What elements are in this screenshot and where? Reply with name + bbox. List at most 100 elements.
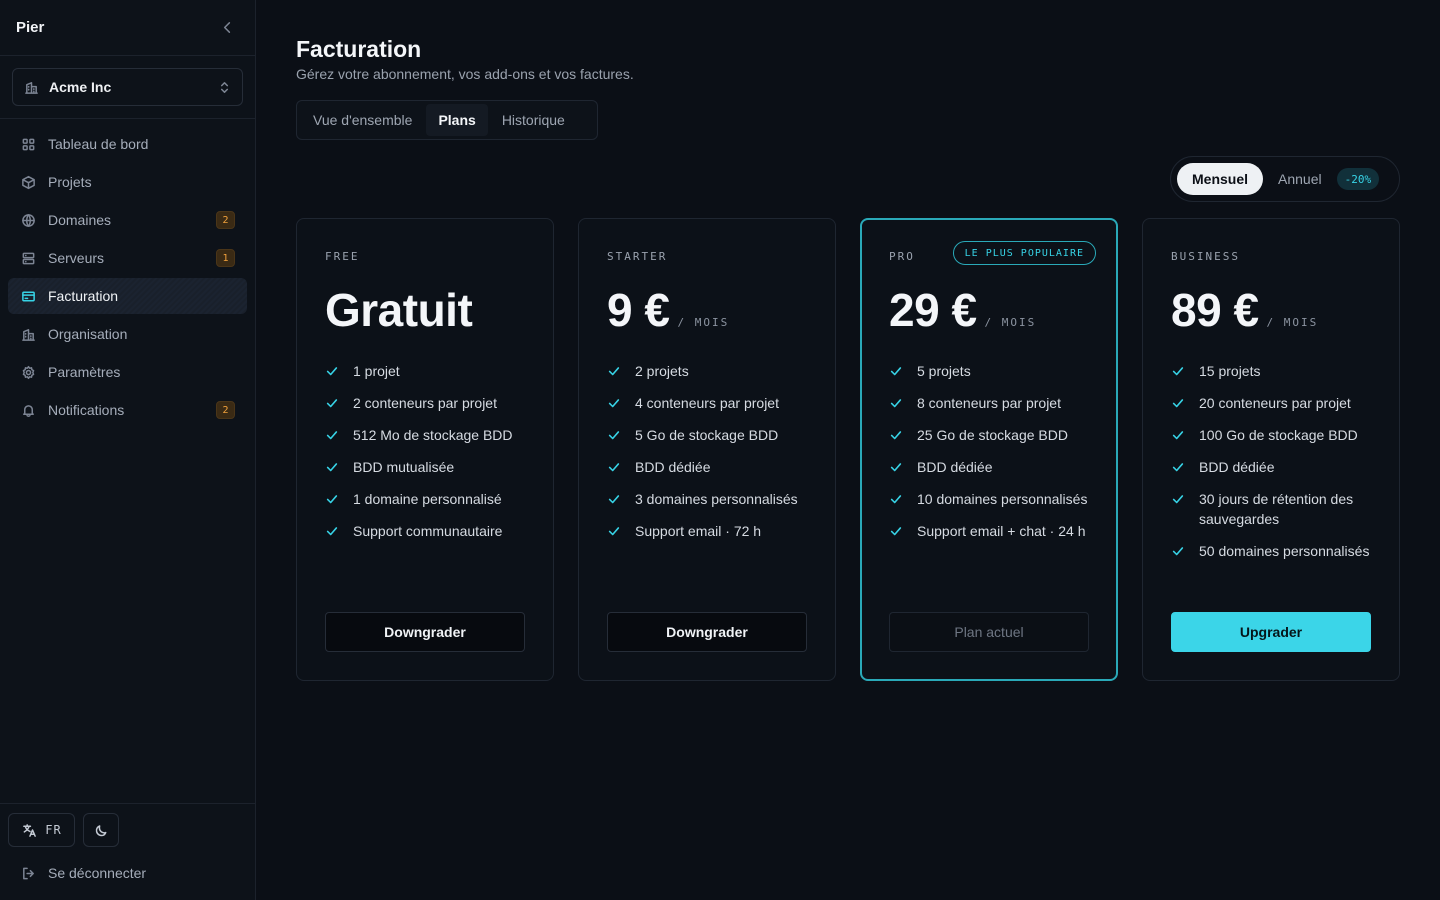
cube-icon — [20, 174, 36, 190]
gear-icon — [20, 364, 36, 380]
downgrade-button[interactable]: Downgrader — [325, 612, 525, 652]
building-icon — [23, 79, 39, 95]
feature-item: Support communautaire — [325, 521, 533, 541]
sidebar-item-billing[interactable]: Facturation — [8, 278, 247, 314]
tab-plans[interactable]: Plans — [426, 104, 488, 136]
feature-label: 2 projets — [635, 363, 689, 379]
chevron-left-icon — [219, 20, 235, 36]
credit-card-icon — [20, 288, 36, 304]
check-icon — [889, 489, 905, 509]
downgrade-button[interactable]: Downgrader — [607, 612, 807, 652]
sidebar-item-notifications[interactable]: Notifications 2 — [8, 392, 247, 428]
page-subtitle: Gérez votre abonnement, vos add-ons et v… — [296, 66, 634, 82]
feature-item: BDD dédiée — [1171, 457, 1379, 477]
plan-card-pro: PRO LE PLUS POPULAIRE 29 € / MOIS 5 proj… — [860, 218, 1118, 681]
billing-tabs: Vue d'ensemble Plans Historique — [296, 100, 598, 140]
feature-label: 3 domaines personnalisés — [635, 491, 798, 507]
check-icon — [1171, 541, 1187, 561]
feature-label: BDD dédiée — [635, 459, 711, 475]
feature-label: 30 jours de rétention des sauvegardes — [1199, 491, 1354, 527]
tab-history[interactable]: Historique — [490, 104, 577, 136]
sidebar-header: Pier — [0, 0, 255, 56]
plan-card-business: BUSINESS 89 € / MOIS 15 projets 20 conte… — [1142, 218, 1400, 681]
check-icon — [325, 393, 341, 413]
upgrade-button[interactable]: Upgrader — [1171, 612, 1371, 652]
check-icon — [607, 361, 623, 381]
check-icon — [1171, 457, 1187, 477]
check-icon — [1171, 361, 1187, 381]
feature-item: 50 domaines personnalisés — [1171, 541, 1379, 561]
feature-label: Support email · 72 h — [635, 523, 762, 539]
plan-tier: STARTER — [607, 250, 668, 263]
sidebar-item-dashboard[interactable]: Tableau de bord — [8, 126, 247, 162]
logout-icon — [20, 865, 36, 881]
plan-tier: PRO — [889, 250, 915, 263]
check-icon — [889, 521, 905, 541]
sidebar-item-label: Facturation — [48, 288, 119, 304]
sidebar-item-label: Notifications — [48, 402, 125, 418]
feature-label: 50 domaines personnalisés — [1199, 543, 1370, 559]
feature-label: BDD dédiée — [1199, 459, 1275, 475]
building-icon — [20, 326, 36, 342]
translate-icon — [21, 822, 37, 838]
plan-card-starter: STARTER 9 € / MOIS 2 projets 4 conteneur… — [578, 218, 836, 681]
plan-features: 1 projet 2 conteneurs par projet 512 Mo … — [325, 361, 533, 553]
feature-item: 2 projets — [607, 361, 815, 381]
feature-item: 10 domaines personnalisés — [889, 489, 1096, 509]
sidebar: Pier Acme Inc Tableau de bord Projets Do… — [0, 0, 256, 900]
server-icon — [20, 250, 36, 266]
theme-toggle-button[interactable] — [83, 813, 119, 847]
language-label: FR — [45, 823, 62, 837]
monthly-option[interactable]: Mensuel — [1177, 163, 1264, 195]
feature-item: 1 projet — [325, 361, 533, 381]
language-button[interactable]: FR — [8, 813, 75, 847]
feature-item: 20 conteneurs par projet — [1171, 393, 1379, 413]
plan-period: / MOIS — [1266, 316, 1319, 329]
feature-item: 512 Mo de stockage BDD — [325, 425, 533, 445]
check-icon — [607, 393, 623, 413]
sidebar-item-settings[interactable]: Paramètres — [8, 354, 247, 390]
most-popular-badge: LE PLUS POPULAIRE — [952, 241, 1096, 265]
feature-item: 3 domaines personnalisés — [607, 489, 815, 509]
check-icon — [325, 361, 341, 381]
plan-features: 2 projets 4 conteneurs par projet 5 Go d… — [607, 361, 815, 553]
check-icon — [1171, 393, 1187, 413]
servers-count-badge: 1 — [216, 249, 235, 267]
brand-logo: Pier — [16, 19, 45, 36]
feature-item: Support email + chat · 24 h — [889, 521, 1096, 541]
sidebar-item-label: Tableau de bord — [48, 136, 149, 152]
org-switcher[interactable]: Acme Inc — [12, 68, 243, 106]
feature-item: 5 projets — [889, 361, 1096, 381]
sidebar-item-label: Domaines — [48, 212, 112, 228]
globe-icon — [20, 212, 36, 228]
collapse-sidebar-button[interactable] — [215, 16, 239, 40]
feature-label: 1 domaine personnalisé — [353, 491, 502, 507]
feature-label: Support communautaire — [353, 523, 503, 539]
sidebar-item-servers[interactable]: Serveurs 1 — [8, 240, 247, 276]
logout-button[interactable]: Se déconnecter — [8, 853, 247, 893]
feature-item: 15 projets — [1171, 361, 1379, 381]
feature-item: BDD dédiée — [889, 457, 1096, 477]
bell-icon — [20, 402, 36, 418]
plan-price: 9 € — [607, 284, 670, 336]
feature-label: 10 domaines personnalisés — [917, 491, 1088, 507]
plans-grid: FREE Gratuit 1 projet 2 conteneurs par p… — [296, 218, 1400, 681]
feature-label: 20 conteneurs par projet — [1199, 395, 1351, 411]
sidebar-item-projects[interactable]: Projets — [8, 164, 247, 200]
sidebar-item-domains[interactable]: Domaines 2 — [8, 202, 247, 238]
sidebar-nav: Tableau de bord Projets Domaines 2 Serve… — [0, 119, 255, 437]
annual-option[interactable]: Annuel — [1263, 163, 1337, 195]
feature-item: BDD dédiée — [607, 457, 815, 477]
org-switcher-wrap: Acme Inc — [0, 56, 255, 119]
tab-overview[interactable]: Vue d'ensemble — [301, 104, 424, 136]
sidebar-item-organisation[interactable]: Organisation — [8, 316, 247, 352]
plan-card-free: FREE Gratuit 1 projet 2 conteneurs par p… — [296, 218, 554, 681]
current-plan-button[interactable]: Plan actuel — [889, 612, 1089, 652]
plan-price-row: 9 € / MOIS — [607, 283, 729, 337]
feature-label: 5 Go de stockage BDD — [635, 427, 779, 443]
check-icon — [1171, 489, 1187, 509]
moon-icon — [93, 822, 109, 838]
feature-label: 25 Go de stockage BDD — [917, 427, 1068, 443]
feature-label: 15 projets — [1199, 363, 1261, 379]
plan-price-row: 89 € / MOIS — [1171, 283, 1318, 337]
